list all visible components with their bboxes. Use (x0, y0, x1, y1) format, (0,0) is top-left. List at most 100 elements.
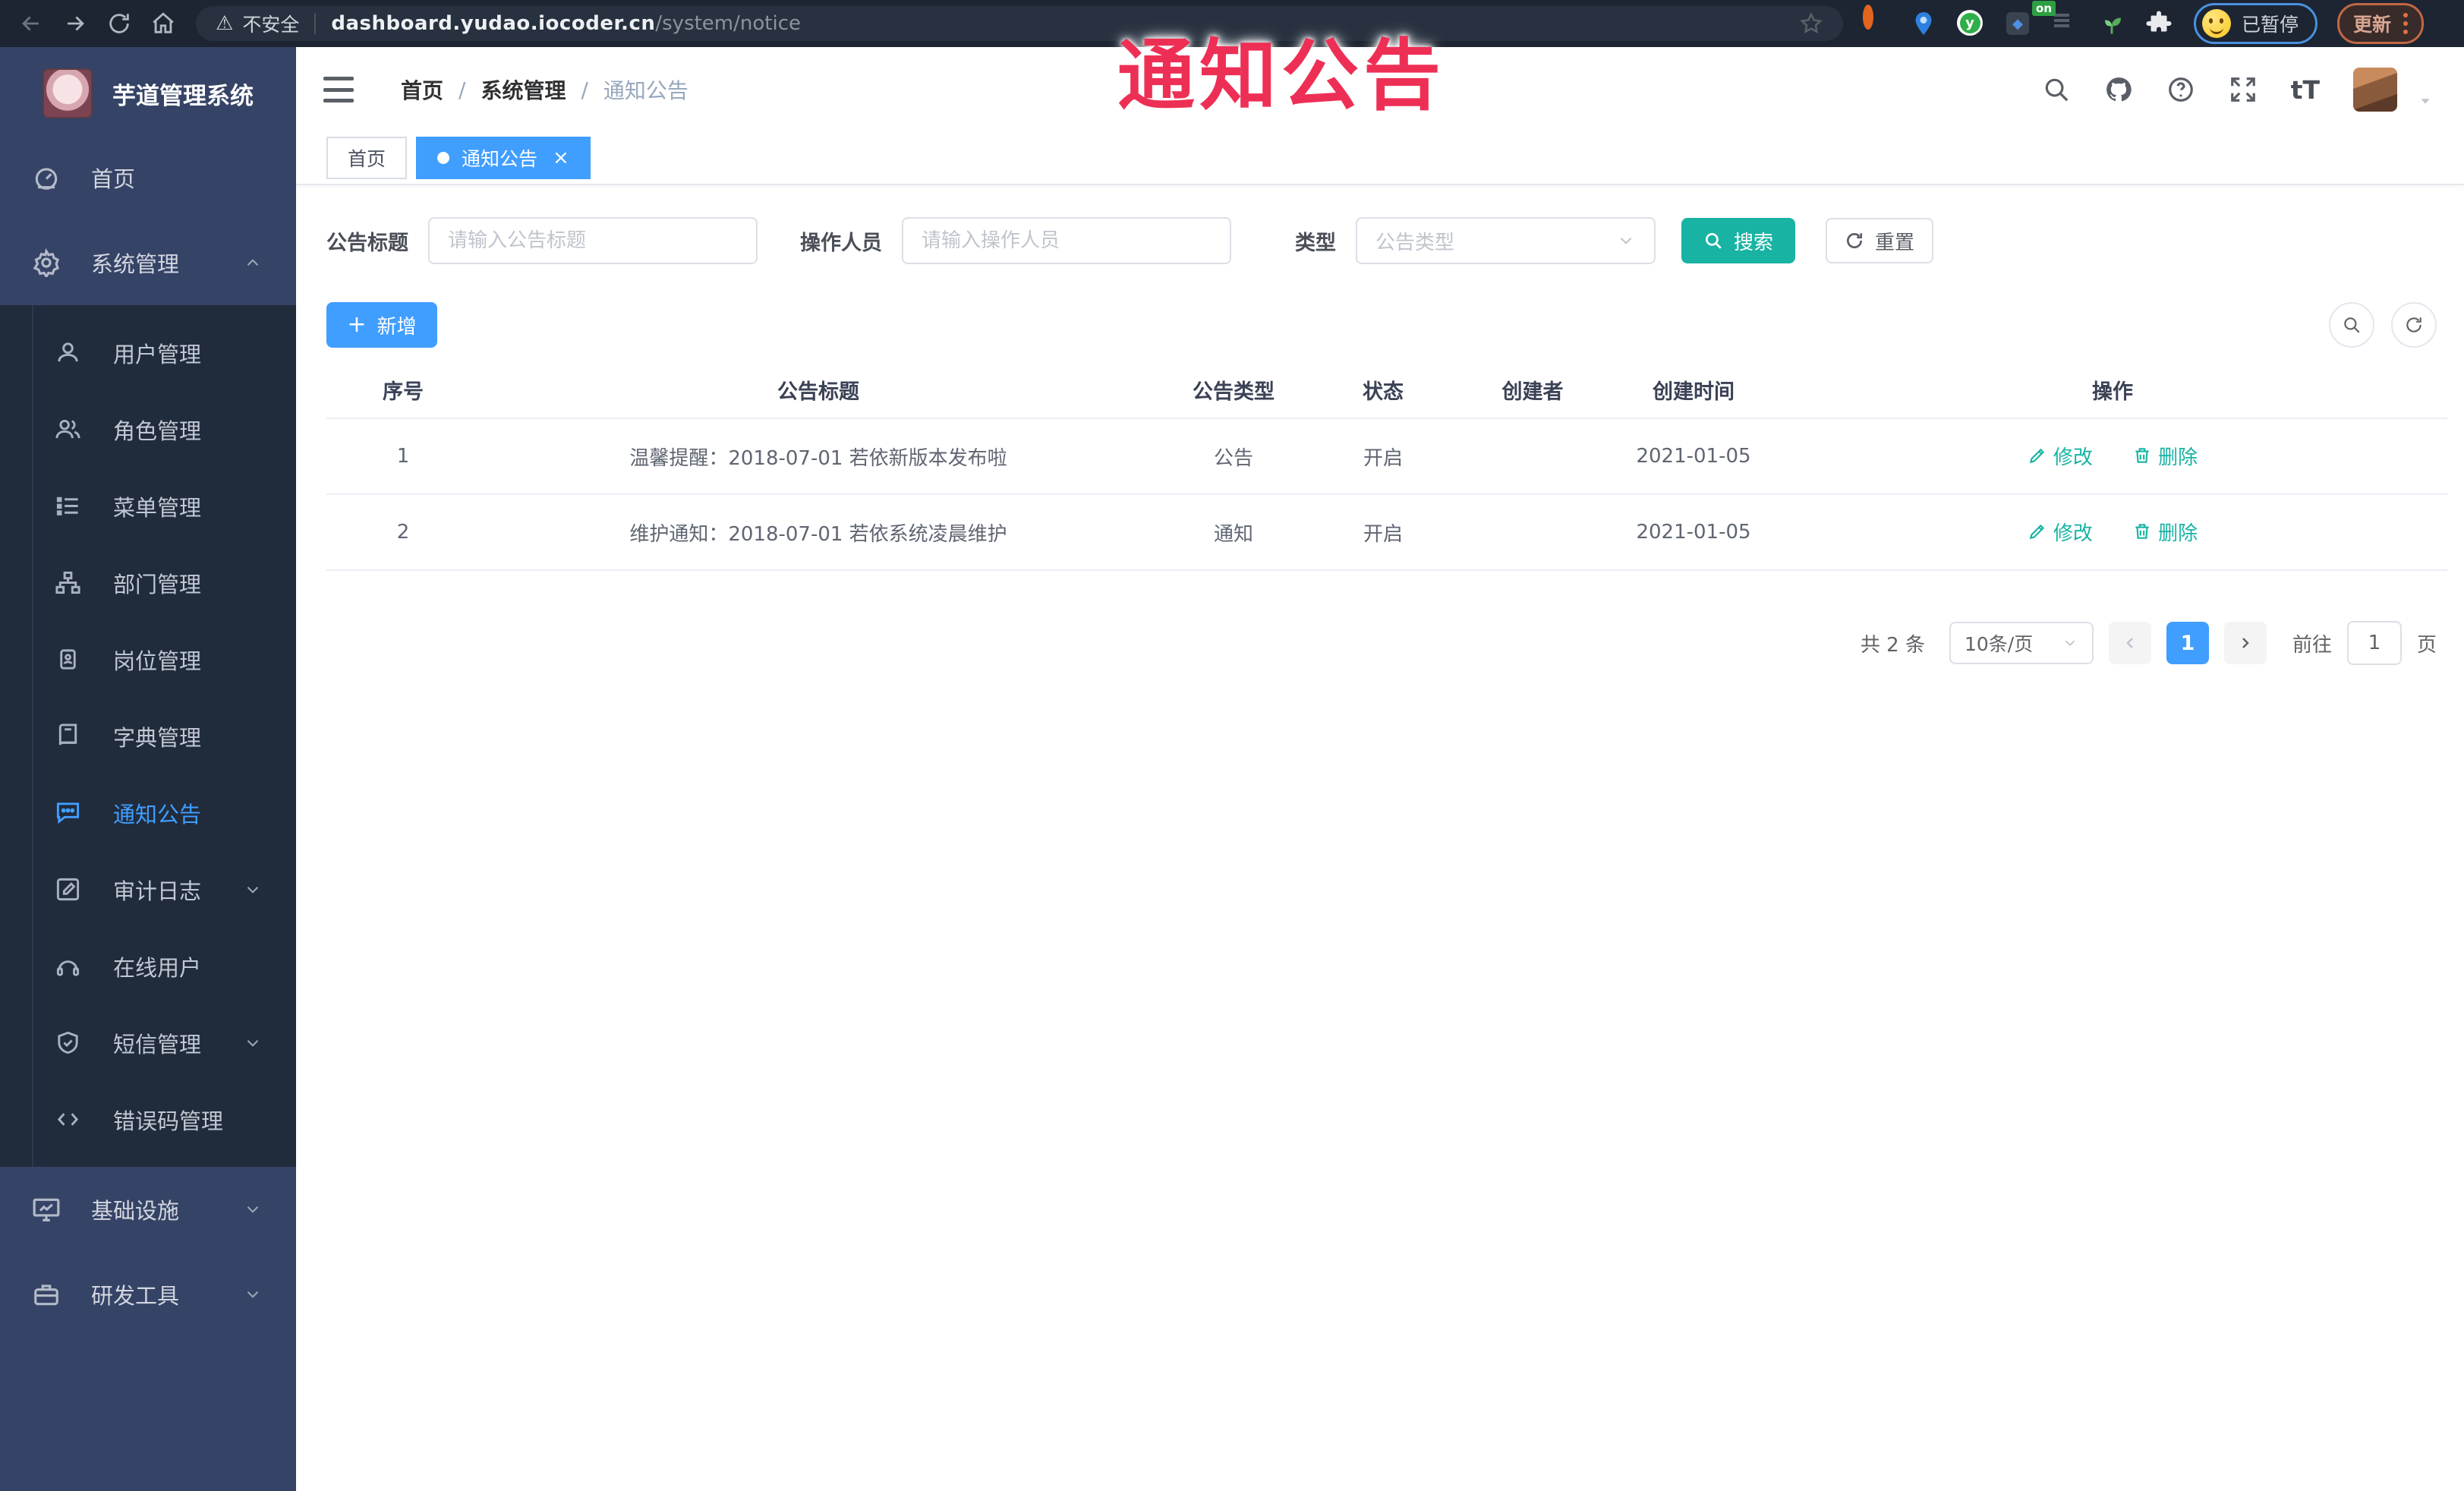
reset-button[interactable]: 重置 (1826, 218, 1933, 263)
org-tree-icon (55, 571, 80, 594)
browser-menu-icon[interactable] (2403, 13, 2409, 34)
chevron-down-icon (1620, 237, 1632, 244)
sidebar-item-user-management[interactable]: 用户管理 (0, 314, 296, 391)
show-search-toggle-button[interactable] (2329, 302, 2374, 348)
sidebar-item-post-management[interactable]: 岗位管理 (0, 621, 296, 698)
table-row: 1 温馨提醒：2018-07-01 若依新版本发布啦 公告 开启 2021-01… (326, 418, 2447, 495)
sidebar-item-dict-management[interactable]: 字典管理 (0, 698, 296, 774)
delete-link[interactable]: 删除 (2132, 518, 2198, 546)
breadcrumb-home[interactable]: 首页 (401, 74, 443, 105)
row-type: 公告 (1157, 418, 1310, 495)
system-management-submenu: 用户管理 角色管理 菜单管理 部门管理 岗位管理 字典管理 通知公告 审计日志 … (0, 305, 296, 1167)
row-index: 1 (326, 418, 480, 495)
reload-icon[interactable] (106, 11, 132, 36)
chevron-up-icon (247, 259, 259, 266)
user-avatar[interactable] (2353, 68, 2397, 112)
delete-link[interactable]: 删除 (2132, 442, 2198, 470)
sidebar-item-error-code-management[interactable]: 错误码管理 (0, 1081, 296, 1158)
edit-link[interactable]: 修改 (2028, 518, 2093, 546)
update-browser-button[interactable]: 更新 (2337, 3, 2425, 44)
profile-chip[interactable]: 已暂停 (2194, 3, 2318, 44)
edit-link[interactable]: 修改 (2028, 442, 2093, 470)
monitor-icon (33, 1198, 60, 1221)
sidebar-item-audit-log[interactable]: 审计日志 (0, 851, 296, 928)
row-created-time: 2021-01-05 (1609, 494, 1778, 571)
breadcrumb-current: 通知公告 (603, 78, 688, 103)
refresh-icon (2406, 317, 2421, 333)
tab-notice-announcement[interactable]: 通知公告 × (416, 137, 591, 179)
page-size-select[interactable]: 10条/页 (1949, 622, 2094, 664)
back-icon[interactable] (18, 11, 44, 36)
search-icon[interactable] (2042, 75, 2071, 104)
sidebar-item-dev-tools[interactable]: 研发工具 (0, 1252, 296, 1337)
sidebar-item-role-management[interactable]: 角色管理 (0, 391, 296, 468)
tab-home[interactable]: 首页 (326, 137, 408, 179)
sidebar-item-home[interactable]: 首页 (0, 135, 296, 220)
type-label: 类型 (1295, 231, 1336, 255)
table-header-row: 序号 公告标题 公告类型 状态 创建者 创建时间 操作 (326, 361, 2447, 419)
next-page-button[interactable] (2223, 622, 2267, 664)
sidebar-item-notice-announcement[interactable]: 通知公告 (0, 774, 296, 851)
add-button[interactable]: + 新增 (326, 302, 437, 348)
extension-sprout-icon[interactable] (2098, 10, 2125, 37)
address-bar[interactable]: ⚠ 不安全 dashboard.yudao.iocoder.cn /system… (196, 6, 1843, 41)
address-divider (314, 13, 317, 34)
header-actions: tT (2042, 68, 2434, 112)
extension-diamond-icon[interactable]: ◆ (2004, 10, 2031, 37)
help-icon[interactable] (2166, 75, 2195, 104)
breadcrumb-system-management[interactable]: 系统管理 (481, 74, 566, 105)
sidebar-item-menu-management[interactable]: 菜单管理 (0, 468, 296, 544)
toolbox-icon (34, 1285, 58, 1306)
notice-type-select[interactable]: 公告类型 (1356, 217, 1656, 264)
badge-icon (60, 649, 76, 670)
chevron-right-icon (2242, 638, 2249, 648)
user-icon (58, 342, 78, 362)
collapse-sidebar-icon[interactable] (323, 77, 354, 102)
operator-label: 操作人员 (800, 231, 882, 255)
extensions-area: y ◆ on (1863, 1, 2173, 37)
search-button[interactable]: 搜索 (1681, 218, 1795, 263)
sidebar-item-system-management[interactable]: 系统管理 (0, 220, 296, 305)
row-index: 2 (326, 494, 480, 571)
extension-pin-icon[interactable] (1910, 10, 1937, 37)
sidebar-item-sms-management[interactable]: 短信管理 (0, 1004, 296, 1081)
font-size-icon[interactable]: tT (2291, 77, 2320, 102)
extension-orange-icon[interactable] (1863, 5, 1890, 37)
avatar-caret-icon[interactable] (2417, 93, 2434, 109)
forward-icon[interactable] (62, 11, 88, 36)
not-secure-label: 不安全 (242, 14, 300, 36)
pencil-icon (2029, 525, 2044, 540)
profile-paused-label: 已暂停 (2242, 14, 2299, 36)
refresh-table-button[interactable] (2391, 302, 2437, 348)
prev-page-button[interactable] (2108, 622, 2151, 664)
page-number-1[interactable]: 1 (2166, 622, 2209, 664)
refresh-icon (1847, 233, 1863, 249)
notice-title-input[interactable] (428, 217, 758, 264)
github-icon[interactable] (2104, 75, 2133, 104)
profile-emoji-avatar (2202, 9, 2231, 38)
not-secure-warning-icon: ⚠ (216, 12, 234, 35)
dashboard-icon (35, 168, 58, 190)
update-label: 更新 (2353, 14, 2392, 36)
code-icon (57, 1113, 79, 1126)
home-icon[interactable] (150, 11, 176, 36)
sidebar-item-department-management[interactable]: 部门管理 (0, 544, 296, 621)
browser-toolbar: ⚠ 不安全 dashboard.yudao.iocoder.cn /system… (0, 0, 2464, 47)
goto-page-input[interactable] (2346, 621, 2402, 665)
url-host: dashboard.yudao.iocoder.cn (331, 12, 656, 35)
sidebar-item-online-users[interactable]: 在线用户 (0, 928, 296, 1004)
close-tab-icon[interactable]: × (553, 148, 569, 168)
bookmark-star-icon[interactable] (1799, 11, 1823, 36)
fullscreen-icon[interactable] (2229, 75, 2258, 104)
plus-icon: + (347, 311, 367, 338)
main-content: 公告标题 操作人员 类型 公告类型 搜索 重置 + 新增 (296, 184, 2464, 1491)
pagination: 共 2 条 10条/页 1 前往 页 (326, 621, 2437, 665)
operator-input[interactable] (902, 217, 1231, 264)
sidebar-logo-row[interactable]: 芋道管理系统 (0, 47, 296, 135)
search-icon (2344, 317, 2360, 333)
extensions-puzzle-icon[interactable] (2145, 10, 2173, 37)
extension-on-badge-icon[interactable]: on (2032, 1, 2078, 37)
chevron-down-icon (247, 886, 259, 894)
extension-green-circle-icon[interactable]: y (1957, 10, 1984, 37)
sidebar-item-infrastructure[interactable]: 基础设施 (0, 1167, 296, 1252)
